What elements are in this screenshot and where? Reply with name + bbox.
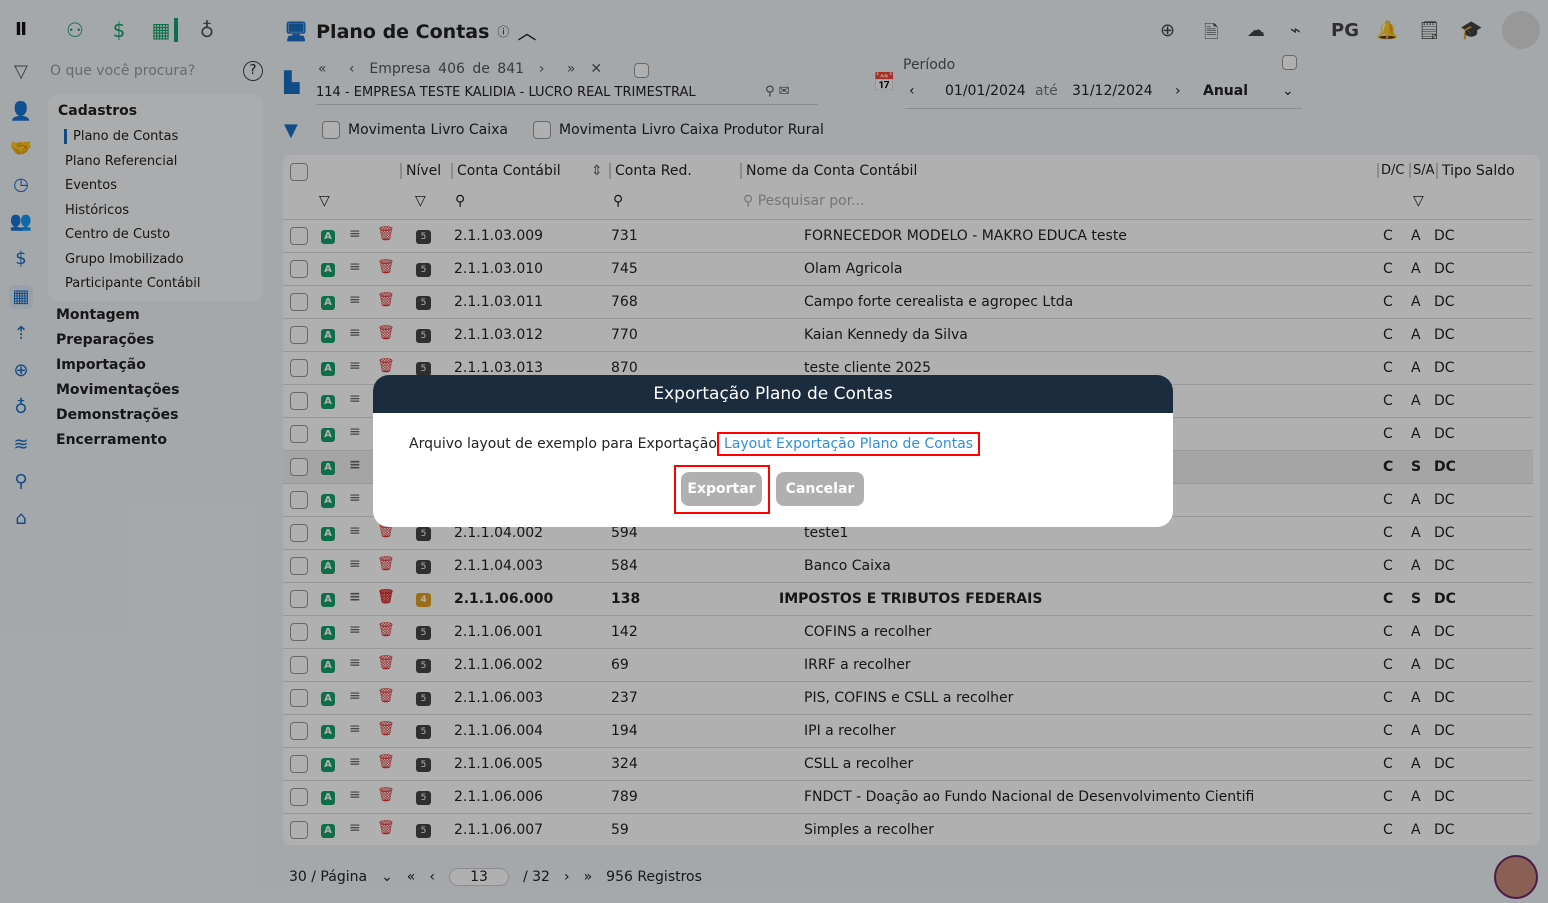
cancel-button[interactable]: Cancelar <box>776 472 864 506</box>
export-button[interactable]: Exportar <box>681 472 762 506</box>
modal-text: Arquivo layout de exemplo para Exportaçã… <box>409 436 717 452</box>
modal-title: Exportação Plano de Contas <box>373 375 1173 413</box>
export-modal: Exportação Plano de Contas Arquivo layou… <box>373 375 1173 527</box>
layout-download-link[interactable]: Layout Exportação Plano de Contas <box>717 432 981 456</box>
